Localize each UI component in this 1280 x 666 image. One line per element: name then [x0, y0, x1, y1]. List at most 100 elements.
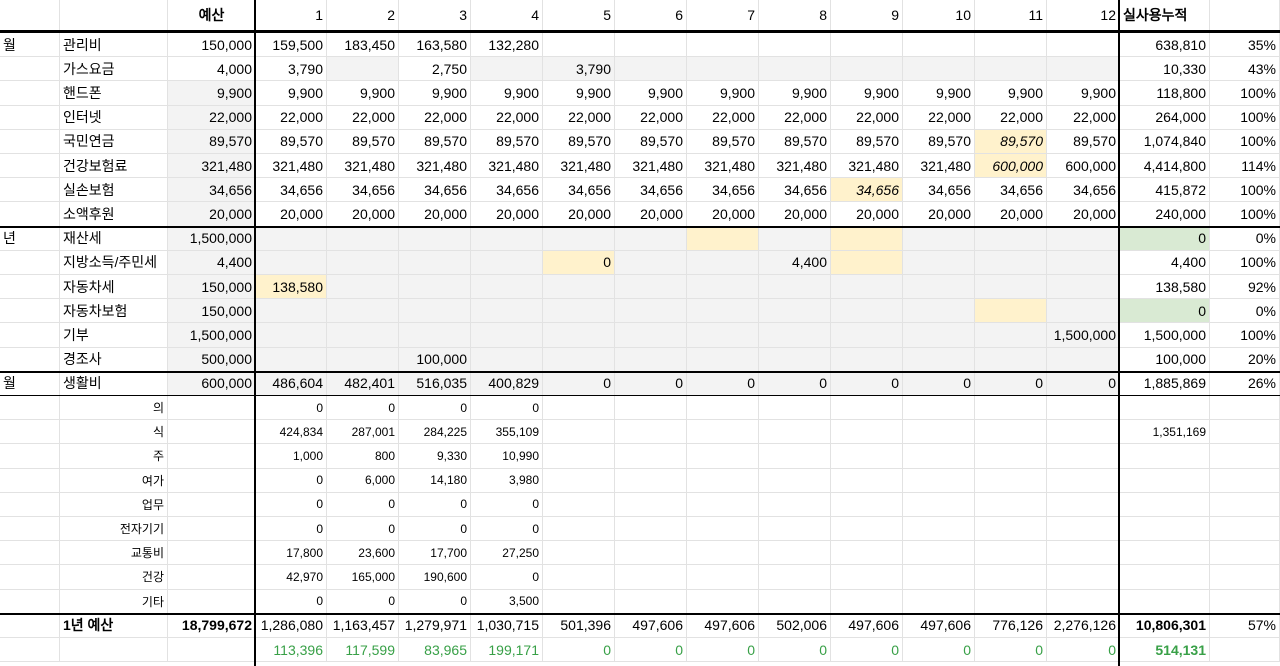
cell-r1-m7[interactable]	[687, 33, 759, 58]
cell-r5-m5[interactable]: 89,570	[543, 129, 615, 154]
cell-r21-group[interactable]	[0, 517, 60, 542]
cell-r3-m3[interactable]: 9,900	[399, 81, 471, 106]
cell-r6-budget[interactable]: 321,480	[168, 154, 256, 179]
cell-r18-m8[interactable]	[759, 444, 831, 469]
cell-r18-group[interactable]	[0, 444, 60, 469]
cell-r21-m4[interactable]: 0	[471, 517, 543, 542]
cell-r9-item[interactable]: 재산세	[60, 226, 168, 251]
cell-r26-group[interactable]	[0, 638, 60, 663]
header-cell-m8[interactable]: 8	[759, 0, 831, 31]
cell-r21-budget[interactable]	[168, 517, 256, 542]
cell-r20-budget[interactable]	[168, 492, 256, 517]
cell-r14-ratio[interactable]: 20%	[1210, 347, 1280, 372]
cell-r13-ratio[interactable]: 100%	[1210, 323, 1280, 348]
cell-r22-cumulative[interactable]	[1120, 541, 1210, 566]
cell-r3-m7[interactable]: 9,900	[687, 81, 759, 106]
cell-r25-m4[interactable]: 1,030,715	[471, 613, 543, 638]
cell-r4-budget[interactable]: 22,000	[168, 105, 256, 130]
cell-r17-m9[interactable]	[831, 420, 903, 445]
cell-r5-ratio[interactable]: 100%	[1210, 129, 1280, 154]
cell-r4-m8[interactable]: 22,000	[759, 105, 831, 130]
cell-r20-m4[interactable]: 0	[471, 492, 543, 517]
cell-r15-m5[interactable]: 0	[543, 371, 615, 396]
cell-r13-item[interactable]: 기부	[60, 323, 168, 348]
cell-r21-m10[interactable]	[903, 517, 975, 542]
cell-r9-cumulative[interactable]: 0	[1120, 226, 1210, 251]
cell-r19-m11[interactable]	[975, 468, 1047, 493]
header-cell-m7[interactable]: 7	[687, 0, 759, 31]
cell-r3-m2[interactable]: 9,900	[327, 81, 399, 106]
cell-r3-budget[interactable]: 9,900	[168, 81, 256, 106]
cell-r18-budget[interactable]	[168, 444, 256, 469]
cell-r8-budget[interactable]: 20,000	[168, 202, 256, 227]
cell-r24-m1[interactable]: 0	[256, 589, 327, 614]
cell-r23-m5[interactable]	[543, 565, 615, 590]
cell-r23-cumulative[interactable]	[1120, 565, 1210, 590]
cell-r17-ratio[interactable]	[1210, 420, 1280, 445]
cell-r23-m12[interactable]	[1047, 565, 1120, 590]
cell-r9-m4[interactable]	[471, 226, 543, 251]
cell-r14-m3[interactable]: 100,000	[399, 347, 471, 372]
cell-r21-item[interactable]: 전자기기	[60, 517, 168, 542]
cell-r10-ratio[interactable]: 100%	[1210, 250, 1280, 275]
cell-r12-m12[interactable]	[1047, 299, 1120, 324]
cell-r19-m1[interactable]: 0	[256, 468, 327, 493]
cell-r26-m11[interactable]: 0	[975, 638, 1047, 663]
cell-r26-m10[interactable]: 0	[903, 638, 975, 663]
cell-r11-m1[interactable]: 138,580	[256, 275, 327, 300]
cell-r7-group[interactable]	[0, 178, 60, 203]
cell-r22-m8[interactable]	[759, 541, 831, 566]
cell-r17-m5[interactable]	[543, 420, 615, 445]
cell-r13-m8[interactable]	[759, 323, 831, 348]
cell-r21-m8[interactable]	[759, 517, 831, 542]
cell-r15-m6[interactable]: 0	[615, 371, 687, 396]
cell-r11-m7[interactable]	[687, 275, 759, 300]
cell-r1-m4[interactable]: 132,280	[471, 33, 543, 58]
cell-r23-group[interactable]	[0, 565, 60, 590]
cell-r21-ratio[interactable]	[1210, 517, 1280, 542]
cell-r11-m2[interactable]	[327, 275, 399, 300]
cell-r6-m3[interactable]: 321,480	[399, 154, 471, 179]
cell-r1-m2[interactable]: 183,450	[327, 33, 399, 58]
cell-r10-m7[interactable]	[687, 250, 759, 275]
cell-r16-cumulative[interactable]	[1120, 396, 1210, 421]
cell-r23-m6[interactable]	[615, 565, 687, 590]
cell-r6-cumulative[interactable]: 4,414,800	[1120, 154, 1210, 179]
cell-r8-cumulative[interactable]: 240,000	[1120, 202, 1210, 227]
header-cell-ratio[interactable]	[1210, 0, 1280, 31]
cell-r10-m1[interactable]	[256, 250, 327, 275]
cell-r7-ratio[interactable]: 100%	[1210, 178, 1280, 203]
cell-r24-m10[interactable]	[903, 589, 975, 614]
cell-r19-ratio[interactable]	[1210, 468, 1280, 493]
cell-r25-m6[interactable]: 497,606	[615, 613, 687, 638]
cell-r26-m8[interactable]: 0	[759, 638, 831, 663]
cell-r11-budget[interactable]: 150,000	[168, 275, 256, 300]
cell-r16-m12[interactable]	[1047, 396, 1120, 421]
cell-r26-m2[interactable]: 117,599	[327, 638, 399, 663]
cell-r1-item[interactable]: 관리비	[60, 33, 168, 58]
cell-r13-m11[interactable]	[975, 323, 1047, 348]
cell-r7-cumulative[interactable]: 415,872	[1120, 178, 1210, 203]
cell-r8-m5[interactable]: 20,000	[543, 202, 615, 227]
cell-r7-item[interactable]: 실손보험	[60, 178, 168, 203]
cell-r4-m7[interactable]: 22,000	[687, 105, 759, 130]
cell-r5-group[interactable]	[0, 129, 60, 154]
cell-r3-m11[interactable]: 9,900	[975, 81, 1047, 106]
cell-r7-m6[interactable]: 34,656	[615, 178, 687, 203]
cell-r1-m10[interactable]	[903, 33, 975, 58]
cell-r4-m10[interactable]: 22,000	[903, 105, 975, 130]
cell-r22-item[interactable]: 교통비	[60, 541, 168, 566]
cell-r15-group[interactable]: 월	[0, 371, 60, 396]
cell-r11-m8[interactable]	[759, 275, 831, 300]
cell-r14-m5[interactable]	[543, 347, 615, 372]
cell-r3-m12[interactable]: 9,900	[1047, 81, 1120, 106]
cell-r1-cumulative[interactable]: 638,810	[1120, 33, 1210, 58]
cell-r3-item[interactable]: 핸드폰	[60, 81, 168, 106]
cell-r2-m10[interactable]	[903, 57, 975, 82]
cell-r25-m10[interactable]: 497,606	[903, 613, 975, 638]
cell-r10-budget[interactable]: 4,400	[168, 250, 256, 275]
cell-r20-m2[interactable]: 0	[327, 492, 399, 517]
cell-r7-m7[interactable]: 34,656	[687, 178, 759, 203]
cell-r19-m5[interactable]	[543, 468, 615, 493]
cell-r19-m10[interactable]	[903, 468, 975, 493]
